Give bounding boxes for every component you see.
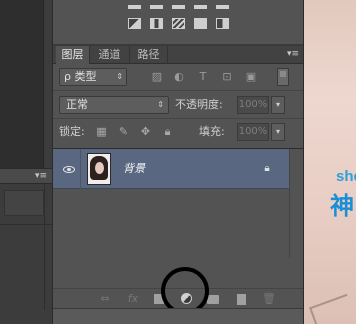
chevron-updown-icon: ⇕ <box>116 72 123 81</box>
layers-panel: 图层 通道 路径 ▾≡ ρ 类型 ⇕ ▨ ◐ T ⊡ ▣ 正常 ⇕ 不透明度: … <box>52 0 304 324</box>
adjustment-icon-partial[interactable] <box>214 0 230 14</box>
document-canvas <box>0 0 44 168</box>
trash-icon[interactable]: 🗑︎ <box>261 291 277 307</box>
chevron-updown-icon: ⇕ <box>157 100 164 109</box>
photo-text: she <box>336 168 356 185</box>
adjustments-row <box>53 16 303 30</box>
levels-adjust-icon[interactable] <box>126 16 142 30</box>
shape-filter-icon[interactable]: ⊡ <box>221 71 233 83</box>
adjustment-filter-icon[interactable]: ◐ <box>173 71 185 83</box>
layer-style-icon[interactable]: fx <box>125 291 141 307</box>
adjustment-icon-partial[interactable] <box>126 0 142 14</box>
blend-mode-select[interactable]: 正常 ⇕ <box>59 96 169 114</box>
tab-channels[interactable]: 通道 <box>90 46 130 64</box>
panel-tabbar: 图层 通道 路径 ▾≡ <box>53 46 303 64</box>
lock-icon: 🔒︎ <box>264 163 270 174</box>
divider <box>53 90 303 91</box>
type-filter-icon[interactable]: T <box>197 71 209 83</box>
adjustment-icon-partial[interactable] <box>170 0 186 14</box>
curves-adjust-icon[interactable] <box>148 16 164 30</box>
layer-filter-row: ρ 类型 ⇕ ▨ ◐ T ⊡ ▣ <box>53 66 303 88</box>
opacity-input[interactable]: 100% <box>237 96 269 114</box>
selective-color-icon[interactable] <box>214 16 230 30</box>
panel-menu-icon[interactable]: ▾≡ <box>287 46 299 64</box>
divider <box>44 184 45 310</box>
visibility-toggle[interactable] <box>57 149 81 189</box>
fill-label: 填充: <box>199 125 225 138</box>
adjustments-row-top <box>53 0 303 14</box>
adjustment-icon-partial[interactable] <box>148 0 164 14</box>
opacity-dropdown-button[interactable]: ▾ <box>271 96 285 114</box>
lock-transparent-pixels-icon[interactable]: ▦ <box>95 125 108 138</box>
pixel-filter-icon[interactable]: ▨ <box>151 71 163 83</box>
threshold-icon[interactable] <box>192 16 208 30</box>
eye-icon <box>62 165 75 173</box>
filter-kind-label: ρ 类型 <box>64 70 97 83</box>
photo-text: 神 <box>330 192 354 220</box>
lock-all-icon[interactable]: 🔒︎ <box>161 125 174 138</box>
blend-mode-label: 正常 <box>66 98 88 111</box>
smart-object-filter-icon[interactable]: ▣ <box>245 71 257 83</box>
gradient-map-icon[interactable] <box>170 16 186 30</box>
new-layer-icon[interactable] <box>233 291 249 307</box>
left-panel-item <box>4 190 44 216</box>
tab-layers[interactable]: 图层 <box>56 46 90 64</box>
divider <box>53 118 303 119</box>
fill-dropdown-button[interactable]: ▾ <box>271 123 285 141</box>
left-panel-menu-icon[interactable]: ▾≡ <box>32 168 50 184</box>
opacity-label: 不透明度: <box>175 98 223 111</box>
fill-input[interactable]: 100% <box>237 123 269 141</box>
lock-label: 锁定: <box>59 125 85 138</box>
panel-bottom-edge <box>53 308 303 324</box>
layer-row[interactable]: 背景 🔒︎ <box>53 149 289 189</box>
photoshop-window: ▾≡ she 神 图层 <box>0 0 356 324</box>
canvas-photo <box>304 0 356 324</box>
tab-paths[interactable]: 路径 <box>130 46 168 64</box>
layer-list-scrollbar[interactable] <box>289 149 303 258</box>
lock-image-pixels-icon[interactable]: ✎ <box>117 125 130 138</box>
filter-kind-select[interactable]: ρ 类型 ⇕ <box>59 68 127 86</box>
layer-name[interactable]: 背景 <box>123 162 145 176</box>
adjustments-panel <box>53 0 303 44</box>
link-layers-icon[interactable]: ⇔ <box>97 291 113 307</box>
adjustment-icon-partial[interactable] <box>192 0 208 14</box>
lock-position-icon[interactable]: ✥ <box>139 125 152 138</box>
filter-toggle[interactable] <box>277 68 289 86</box>
layer-thumbnail <box>87 153 111 185</box>
